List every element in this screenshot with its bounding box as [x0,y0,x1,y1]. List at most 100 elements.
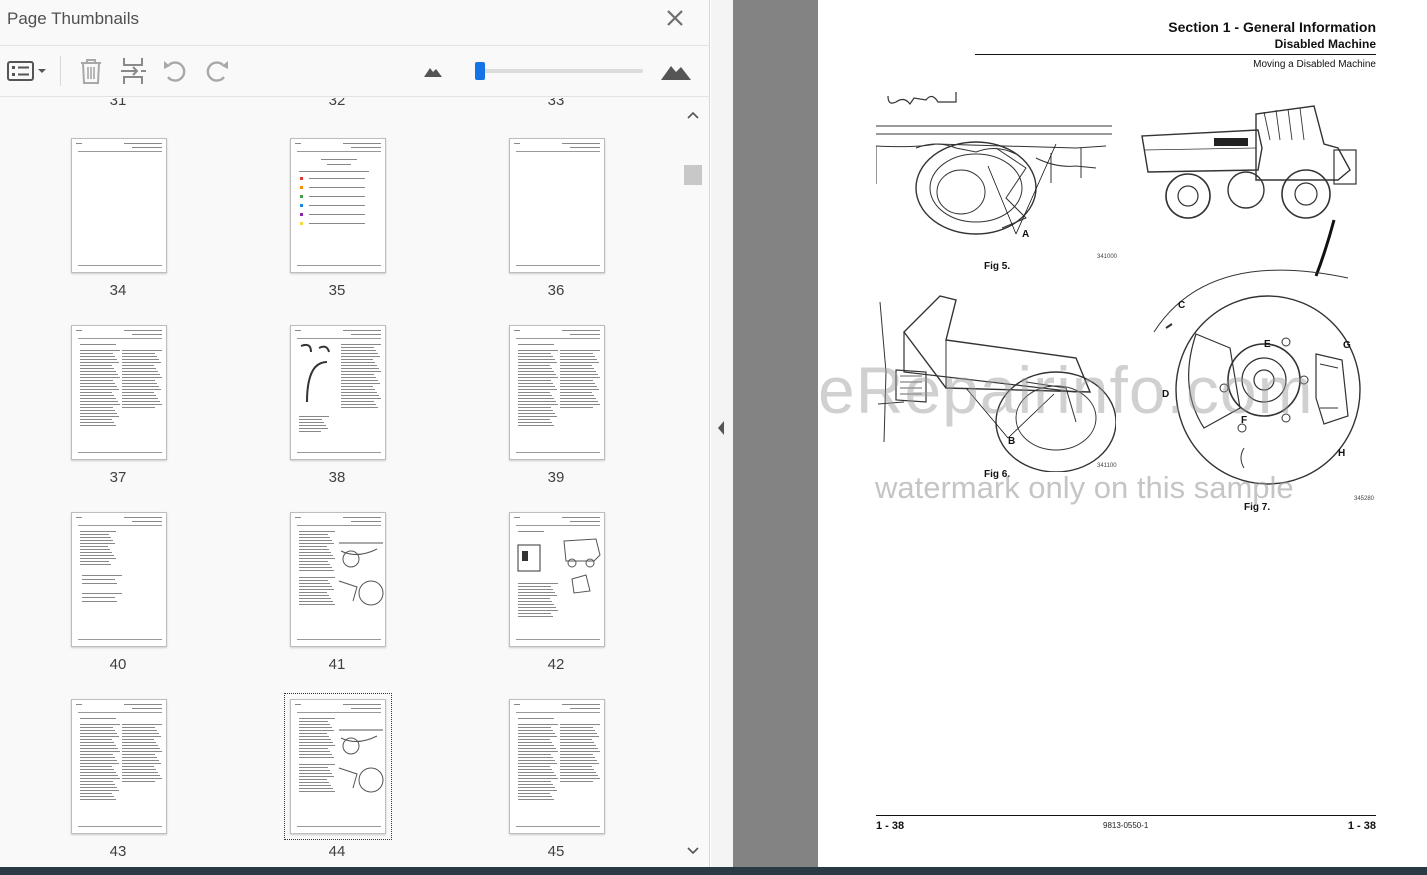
rotate-counterclockwise-button[interactable] [158,54,192,88]
thumbnail-content-line [351,708,381,709]
thumbnail-content-line [299,540,332,541]
thumbnail-content-line [518,589,553,590]
thumbnail-page-image[interactable] [509,512,605,647]
panel-splitter[interactable] [711,0,733,867]
topic-title: Moving a Disabled Machine [1253,59,1376,70]
zoom-slider-thumb[interactable] [475,62,485,80]
thumbnail-content-line [122,772,158,773]
thumbnail-item[interactable]: 43 [48,699,188,867]
thumbnail-page-image[interactable] [71,325,167,460]
close-panel-button[interactable] [662,5,688,31]
thumbnail-page-image[interactable] [509,325,605,460]
thumbnail-content-line [518,365,550,366]
thumbnail-item[interactable]: 35 [267,138,407,308]
zoom-in-button[interactable] [656,54,696,88]
thumbnail-content-line [299,598,331,599]
thumbnail-content-line [518,727,551,728]
thumbnail-content-line [518,595,557,596]
thumbnail-item[interactable]: 38 [267,325,407,495]
toolbar-separator [60,56,61,86]
thumbnail-content-line [76,143,82,144]
thumbnail-content-line [516,452,600,453]
thumbnail-content-line [518,592,555,593]
thumbnail-content-line [122,407,155,408]
thumbnail-content-line [297,452,381,453]
thumbnail-item[interactable]: 45 [486,699,626,867]
thumbnail-content-line [122,763,161,764]
thumbnail-page-image[interactable] [509,699,605,834]
thumbnail-content-line [80,558,116,559]
thumbnail-content-line [80,772,116,773]
thumbnail-content-line [518,775,556,776]
thumbnail-content-line [299,724,330,725]
zoom-slider[interactable] [475,62,643,80]
thumbnail-page-image[interactable] [71,138,167,273]
thumbnail-content-line [122,769,156,770]
thumbnail-page-image[interactable] [290,325,386,460]
thumbnail-content-line [518,793,550,794]
thumbnail-page-image[interactable] [71,512,167,647]
thumbnail-content-line [560,356,595,357]
thumbnail-content-line [80,555,114,556]
thumbnail-page-image[interactable] [71,699,167,834]
thumbnail-content-line [299,751,330,752]
thumbnail-content-line [295,704,301,705]
thumbnail-content-line [560,769,594,770]
thumbnail-content-line [78,338,162,339]
thumbnail-content-line [76,517,82,518]
thumbnail-page-image[interactable] [290,512,386,647]
thumbnail-content-line [80,742,114,743]
thumbnail-content-line [299,543,334,544]
thumbnail-content-line [299,534,328,535]
rotate-clockwise-button[interactable] [200,54,234,88]
collapse-panel-button[interactable] [716,420,726,441]
thumbnail-scrollbar[interactable] [683,98,703,867]
thumbnail-item[interactable]: 44 [267,693,407,867]
thumbnail-content-line [518,398,554,399]
thumbnail-content-line [299,419,322,420]
thumbnail-content-line [299,773,332,774]
thumbnail-page-number: 45 [547,843,565,860]
thumbnail-content-line [299,586,332,587]
insert-pages-button[interactable] [116,54,150,88]
zoom-out-button[interactable] [416,54,450,88]
section-subtitle: Disabled Machine [1274,37,1376,51]
thumbnail-content-line [80,561,109,562]
thumbnail-content-line [76,330,82,331]
thumbnail-content-line [299,604,335,605]
thumbnail-content-line [518,425,554,426]
thumbnail-page-image[interactable] [284,693,392,840]
thumbnail-content-line [518,383,553,384]
thumbnail-item[interactable]: 34 [48,138,188,308]
thumbnail-item[interactable]: 39 [486,325,626,495]
thumbnail-options-button[interactable] [4,54,50,88]
hose-thumbnail-icon [300,343,330,403]
thumbnail-content-line [560,778,600,779]
thumbnail-item[interactable]: 37 [48,325,188,495]
scrollbar-thumb[interactable] [684,165,702,185]
thumbnail-content-line [570,708,600,709]
thumbnail-item[interactable]: 42 [486,512,626,682]
scroll-down-button[interactable] [683,842,703,860]
thumbnail-content-line [80,793,112,794]
thumbnail-content-line [560,395,594,396]
thumbnail-content-line [80,757,115,758]
thumbnail-item[interactable]: 41 [267,512,407,682]
thumbnail-content-line [518,401,556,402]
thumbnail-content-line [299,739,331,740]
thumbnail-content-line [80,398,116,399]
thumbnail-content-line [124,704,162,705]
section-title: Section 1 - General Information [1168,19,1376,35]
delete-page-button[interactable] [74,54,108,88]
thumbnail-item[interactable]: 40 [48,512,188,682]
thumbnail-content-line [516,265,600,266]
thumbnail-item[interactable]: 36 [486,138,626,308]
thumbnail-content-line [80,540,113,541]
thumbnail-content-line [560,754,593,755]
thumbnail-content-line [295,143,301,144]
thumbnail-page-image[interactable] [290,138,386,273]
scroll-up-button[interactable] [683,106,703,124]
thumbnail-grid: 31 32 33 34 35 36 37 38 39 40 41 42 43 44 45 [0,98,683,867]
thumbnail-content-line [299,736,329,737]
thumbnail-page-image[interactable] [509,138,605,273]
